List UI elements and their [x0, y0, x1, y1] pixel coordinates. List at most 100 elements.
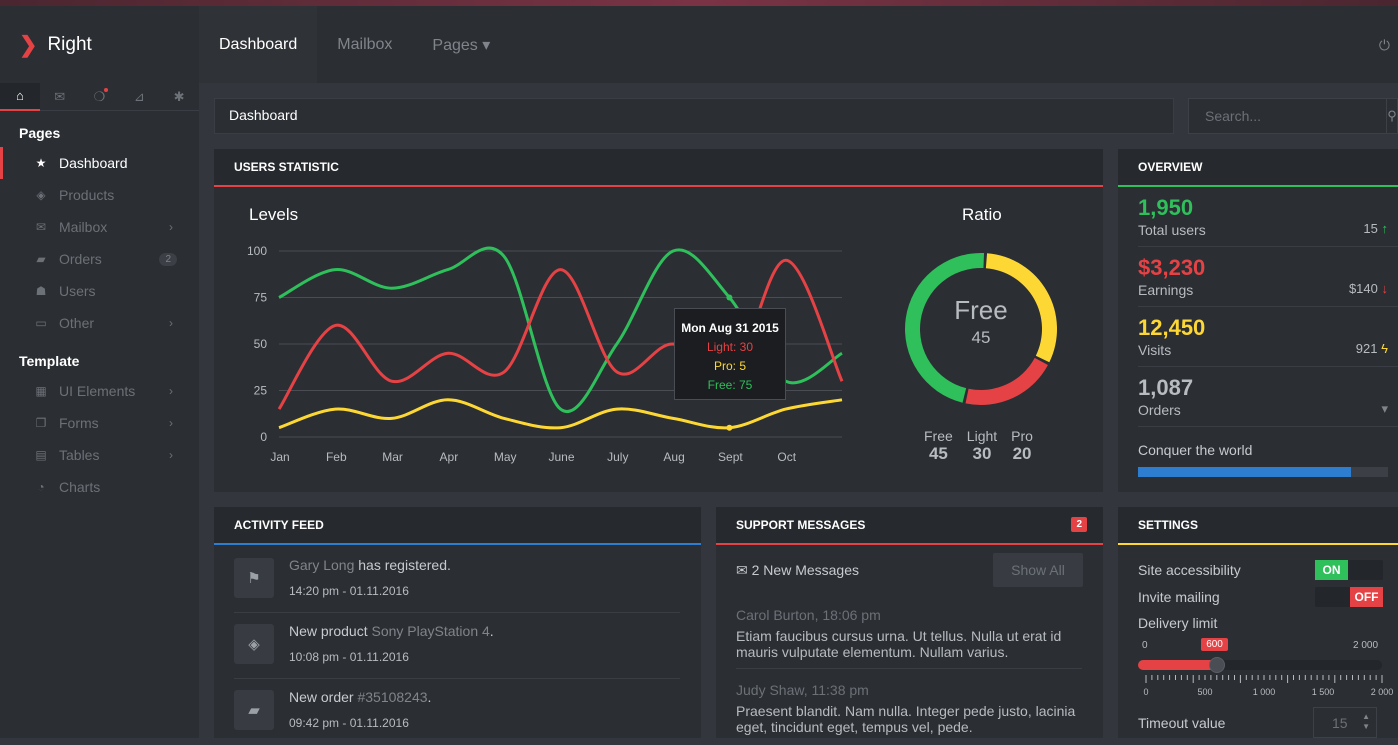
- sidebar-tab-chat[interactable]: ❍: [80, 83, 120, 111]
- show-all-button[interactable]: Show All: [993, 553, 1083, 587]
- messages-badge: 2: [1071, 517, 1087, 532]
- settings-panel: SETTINGS Site accessibility ON Invite ma…: [1118, 507, 1398, 738]
- copy-icon: ❐: [35, 416, 47, 430]
- power-icon[interactable]: ⏻: [1379, 37, 1390, 54]
- timeout-stepper[interactable]: 15 ▲ ▼: [1313, 707, 1377, 738]
- tab-pages[interactable]: Pages ▾: [412, 6, 510, 83]
- overview-panel: OVERVIEW 1,950 Total users 15 ↑ $3,230 E…: [1118, 149, 1398, 492]
- sidebar-item-label: Mailbox: [59, 219, 108, 235]
- delivery-slider[interactable]: [1138, 657, 1382, 673]
- sidebar-item-label: Tables: [59, 447, 100, 463]
- message-item[interactable]: Carol Burton, 18:06 pm Etiam faucibus cu…: [736, 607, 1082, 669]
- panel-header: SUPPORT MESSAGES 2: [716, 507, 1103, 545]
- legend-pro: Pro 20: [1011, 428, 1033, 463]
- panel-header: SETTINGS: [1118, 507, 1398, 545]
- sidebar-item-charts[interactable]: ◔ Charts: [0, 471, 199, 503]
- envelope-icon: ✉: [35, 220, 47, 234]
- sidebar-item-tables[interactable]: ▤ Tables ›: [0, 439, 199, 471]
- sidebar-tab-settings[interactable]: ✱: [159, 83, 199, 111]
- legend-light: Light 30: [966, 428, 998, 463]
- tooltip-free: Free: 75: [707, 378, 753, 392]
- support-messages-panel: SUPPORT MESSAGES 2 ✉ 2 New Messages Show …: [716, 507, 1103, 738]
- tooltip-date: Mon Aug 31 2015: [681, 321, 779, 335]
- slider-tick-label: 2 000: [1371, 687, 1394, 697]
- activity-item: ◈ New product Sony PlayStation 4. 10:08 …: [234, 613, 680, 679]
- sidebar-item-ui-elements[interactable]: ▦ UI Elements ›: [0, 375, 199, 407]
- y-tick-label: 0: [260, 430, 267, 444]
- slider-handle[interactable]: [1209, 657, 1226, 673]
- activity-link[interactable]: #35108243: [357, 689, 427, 705]
- donut-center-value: 45: [971, 328, 991, 347]
- search-input[interactable]: [1189, 108, 1386, 124]
- activity-text: Gary Long has registered.: [289, 557, 451, 573]
- new-messages: ✉ 2 New Messages: [736, 562, 860, 578]
- chevron-right-icon: ›: [169, 416, 173, 430]
- message-body: Praesent blandit. Nam nulla. Integer ped…: [736, 703, 1076, 735]
- donut-slice-pro[interactable]: [965, 357, 1048, 405]
- search-button[interactable]: ⚲: [1386, 99, 1397, 133]
- data-point-pro[interactable]: [726, 424, 733, 431]
- timeout-label: Timeout value: [1138, 715, 1226, 731]
- sidebar-tabs: ⌂ ✉ ❍ ⊿ ✱: [0, 82, 199, 111]
- overview-value: 1,087: [1138, 375, 1194, 400]
- ratio-legend: Free 45 Light 30 Pro 20: [924, 428, 1033, 464]
- sidebar-tab-mail[interactable]: ✉: [40, 83, 80, 111]
- y-tick-label: 50: [254, 337, 268, 351]
- series-line-pro[interactable]: [278, 398, 843, 430]
- chevron-right-icon: ›: [169, 220, 173, 234]
- sidebar-item-forms[interactable]: ❐ Forms ›: [0, 407, 199, 439]
- sidebar-item-mailbox[interactable]: ✉ Mailbox ›: [0, 211, 199, 243]
- sidebar-tab-rss[interactable]: ⊿: [119, 83, 159, 111]
- timeout-value: 15: [1332, 714, 1348, 731]
- x-tick-label: Jan: [270, 450, 289, 464]
- sidebar-item-other[interactable]: ▭ Other ›: [0, 307, 199, 339]
- activity-link[interactable]: Gary Long: [289, 557, 354, 573]
- slider-ticks: 0 500 1 000 1 500 2 000: [1143, 675, 1394, 697]
- overview-label: Orders: [1138, 402, 1181, 418]
- truck-icon: ▰: [36, 252, 46, 266]
- pin-icon: ▾: [1381, 401, 1388, 416]
- delivery-limit-label: Delivery limit: [1138, 615, 1218, 631]
- sidebar-item-orders[interactable]: ▰ Orders 2: [0, 243, 199, 275]
- users-statistic-panel: USERS STATISTIC Levels Ratio 0 25 50 75 100 J…: [214, 149, 1103, 492]
- site-accessibility-label: Site accessibility: [1138, 562, 1241, 578]
- activity-item: ▰ New order #35108243. 09:42 pm - 01.11.…: [234, 679, 680, 745]
- arrow-up-icon: ↑: [1381, 221, 1389, 236]
- data-point-free[interactable]: [726, 294, 733, 301]
- spinner-arrows-icon[interactable]: ▲ ▼: [1362, 712, 1370, 732]
- overview-value: 12,450: [1138, 315, 1206, 340]
- sidebar-tab-home[interactable]: ⌂: [0, 82, 40, 111]
- activity-link[interactable]: Sony PlayStation 4: [371, 623, 489, 639]
- slider-tick-label: 0: [1143, 687, 1148, 697]
- slider-tick-label: 1 500: [1312, 687, 1335, 697]
- x-tick-label: Mar: [382, 450, 403, 464]
- sidebar-item-users[interactable]: ☗ Users: [0, 275, 199, 307]
- donut-center: Free 45: [931, 295, 1031, 348]
- overview-label: Total users: [1138, 222, 1206, 238]
- chevron-right-icon: ›: [169, 384, 173, 398]
- overview-value: 1,950: [1138, 195, 1194, 220]
- y-tick-label: 100: [247, 244, 267, 258]
- overview-total-users: 1,950 Total users 15 ↑: [1138, 187, 1398, 247]
- grid-icon: ▦: [35, 384, 47, 398]
- goal-label: Conquer the world: [1138, 442, 1253, 458]
- slider-fill: [1138, 660, 1218, 670]
- tab-dashboard[interactable]: Dashboard: [199, 6, 318, 83]
- slider-max: 2 000: [1353, 640, 1379, 651]
- invite-mailing-toggle[interactable]: OFF: [1315, 587, 1383, 607]
- message-item[interactable]: Judy Shaw, 11:38 pm Praesent blandit. Na…: [736, 682, 1082, 738]
- panel-header: OVERVIEW: [1118, 149, 1398, 187]
- brand[interactable]: ❯ Right: [0, 6, 199, 83]
- sidebar-item-dashboard[interactable]: ★ Dashboard: [0, 147, 199, 179]
- site-accessibility-toggle[interactable]: ON: [1315, 560, 1383, 580]
- search-icon: ⚲: [1387, 108, 1397, 123]
- sidebar-item-label: Dashboard: [59, 155, 128, 171]
- x-tick-label: July: [607, 450, 628, 464]
- panel-title: SETTINGS: [1138, 518, 1199, 532]
- sidebar-item-products[interactable]: ◈ Products: [0, 179, 199, 211]
- tab-mailbox[interactable]: Mailbox: [317, 6, 412, 83]
- activity-time: 14:20 pm - 01.11.2016: [289, 584, 409, 598]
- notification-dot: [104, 87, 109, 92]
- envelope-icon: ✉: [54, 88, 66, 104]
- x-tick-label: June: [548, 450, 574, 464]
